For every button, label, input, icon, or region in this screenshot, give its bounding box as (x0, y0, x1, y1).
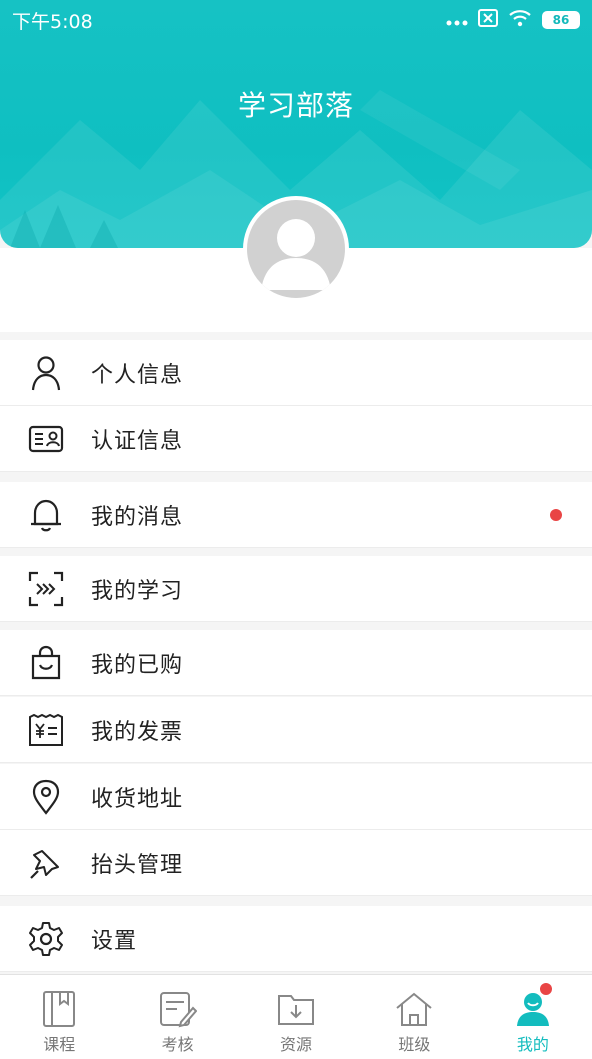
tab-courses[interactable]: 课程 (0, 975, 118, 1059)
sim-error-icon (478, 8, 498, 32)
tab-label: 课程 (43, 1035, 76, 1054)
download-folder-icon (276, 989, 316, 1029)
menu-item-certification[interactable]: 认证信息 (0, 406, 592, 472)
menu-item-label: 认证信息 (91, 428, 184, 454)
menu-item-label: 设置 (91, 928, 138, 954)
section-gap (0, 622, 592, 630)
menu-item-personal-info[interactable]: 个人信息 (0, 340, 592, 406)
section-gap (0, 472, 592, 482)
bell-icon (26, 495, 66, 535)
study-icon (26, 569, 66, 609)
person-icon (26, 353, 66, 393)
wifi-icon (508, 9, 532, 32)
menu-item-label: 个人信息 (91, 362, 184, 388)
menu-item-my-study[interactable]: 我的学习 (0, 556, 592, 622)
menu-item-label: 我的学习 (91, 578, 184, 604)
id-card-icon (26, 419, 66, 459)
battery-indicator: 86 (542, 11, 580, 29)
menu-item-label: 我的发票 (91, 719, 184, 745)
tab-resources[interactable]: 资源 (237, 975, 355, 1059)
page-title: 学习部落 (237, 89, 354, 122)
menu-item-purchased[interactable]: 我的已购 (0, 630, 592, 696)
menu-item-label: 我的已购 (91, 652, 184, 678)
location-pin-icon (26, 777, 66, 817)
tab-label: 班级 (398, 1035, 431, 1054)
avatar[interactable] (243, 196, 349, 302)
unread-badge (550, 508, 562, 521)
gear-icon (26, 919, 66, 959)
menu-item-title-management[interactable]: 抬头管理 (0, 830, 592, 896)
tab-mine[interactable]: 我的 (474, 975, 592, 1059)
more-dots-icon (446, 9, 468, 31)
invoice-icon (26, 710, 66, 750)
user-icon (513, 989, 553, 1029)
tab-label: 资源 (280, 1035, 313, 1054)
menu-item-shipping-address[interactable]: 收货地址 (0, 764, 592, 830)
menu-item-invoice[interactable]: 我的发票 (0, 697, 592, 763)
status-bar: 下午5:08 86 (0, 0, 592, 40)
house-icon (394, 989, 434, 1029)
menu-item-messages[interactable]: 我的消息 (0, 482, 592, 548)
status-time: 下午5:08 (12, 10, 93, 33)
pushpin-icon (26, 843, 66, 883)
notification-badge (539, 983, 552, 995)
section-gap (0, 332, 592, 340)
shopping-bag-icon (26, 643, 66, 683)
book-icon (39, 989, 79, 1029)
menu-item-label: 我的消息 (91, 504, 184, 530)
tab-label: 考核 (161, 1035, 194, 1054)
status-icons: 86 (446, 8, 580, 32)
default-avatar-icon (261, 219, 331, 290)
tab-class[interactable]: 班级 (355, 975, 473, 1059)
section-gap (0, 896, 592, 906)
menu-item-label: 抬头管理 (91, 852, 184, 878)
menu-item-settings[interactable]: 设置 (0, 906, 592, 972)
tab-label: 我的 (516, 1035, 549, 1054)
exam-icon (158, 989, 198, 1029)
tab-exams[interactable]: 考核 (118, 975, 236, 1059)
menu-item-label: 收货地址 (91, 786, 184, 812)
bottom-tab-bar: 课程 考核 资源 班级 我的 (0, 974, 592, 1059)
